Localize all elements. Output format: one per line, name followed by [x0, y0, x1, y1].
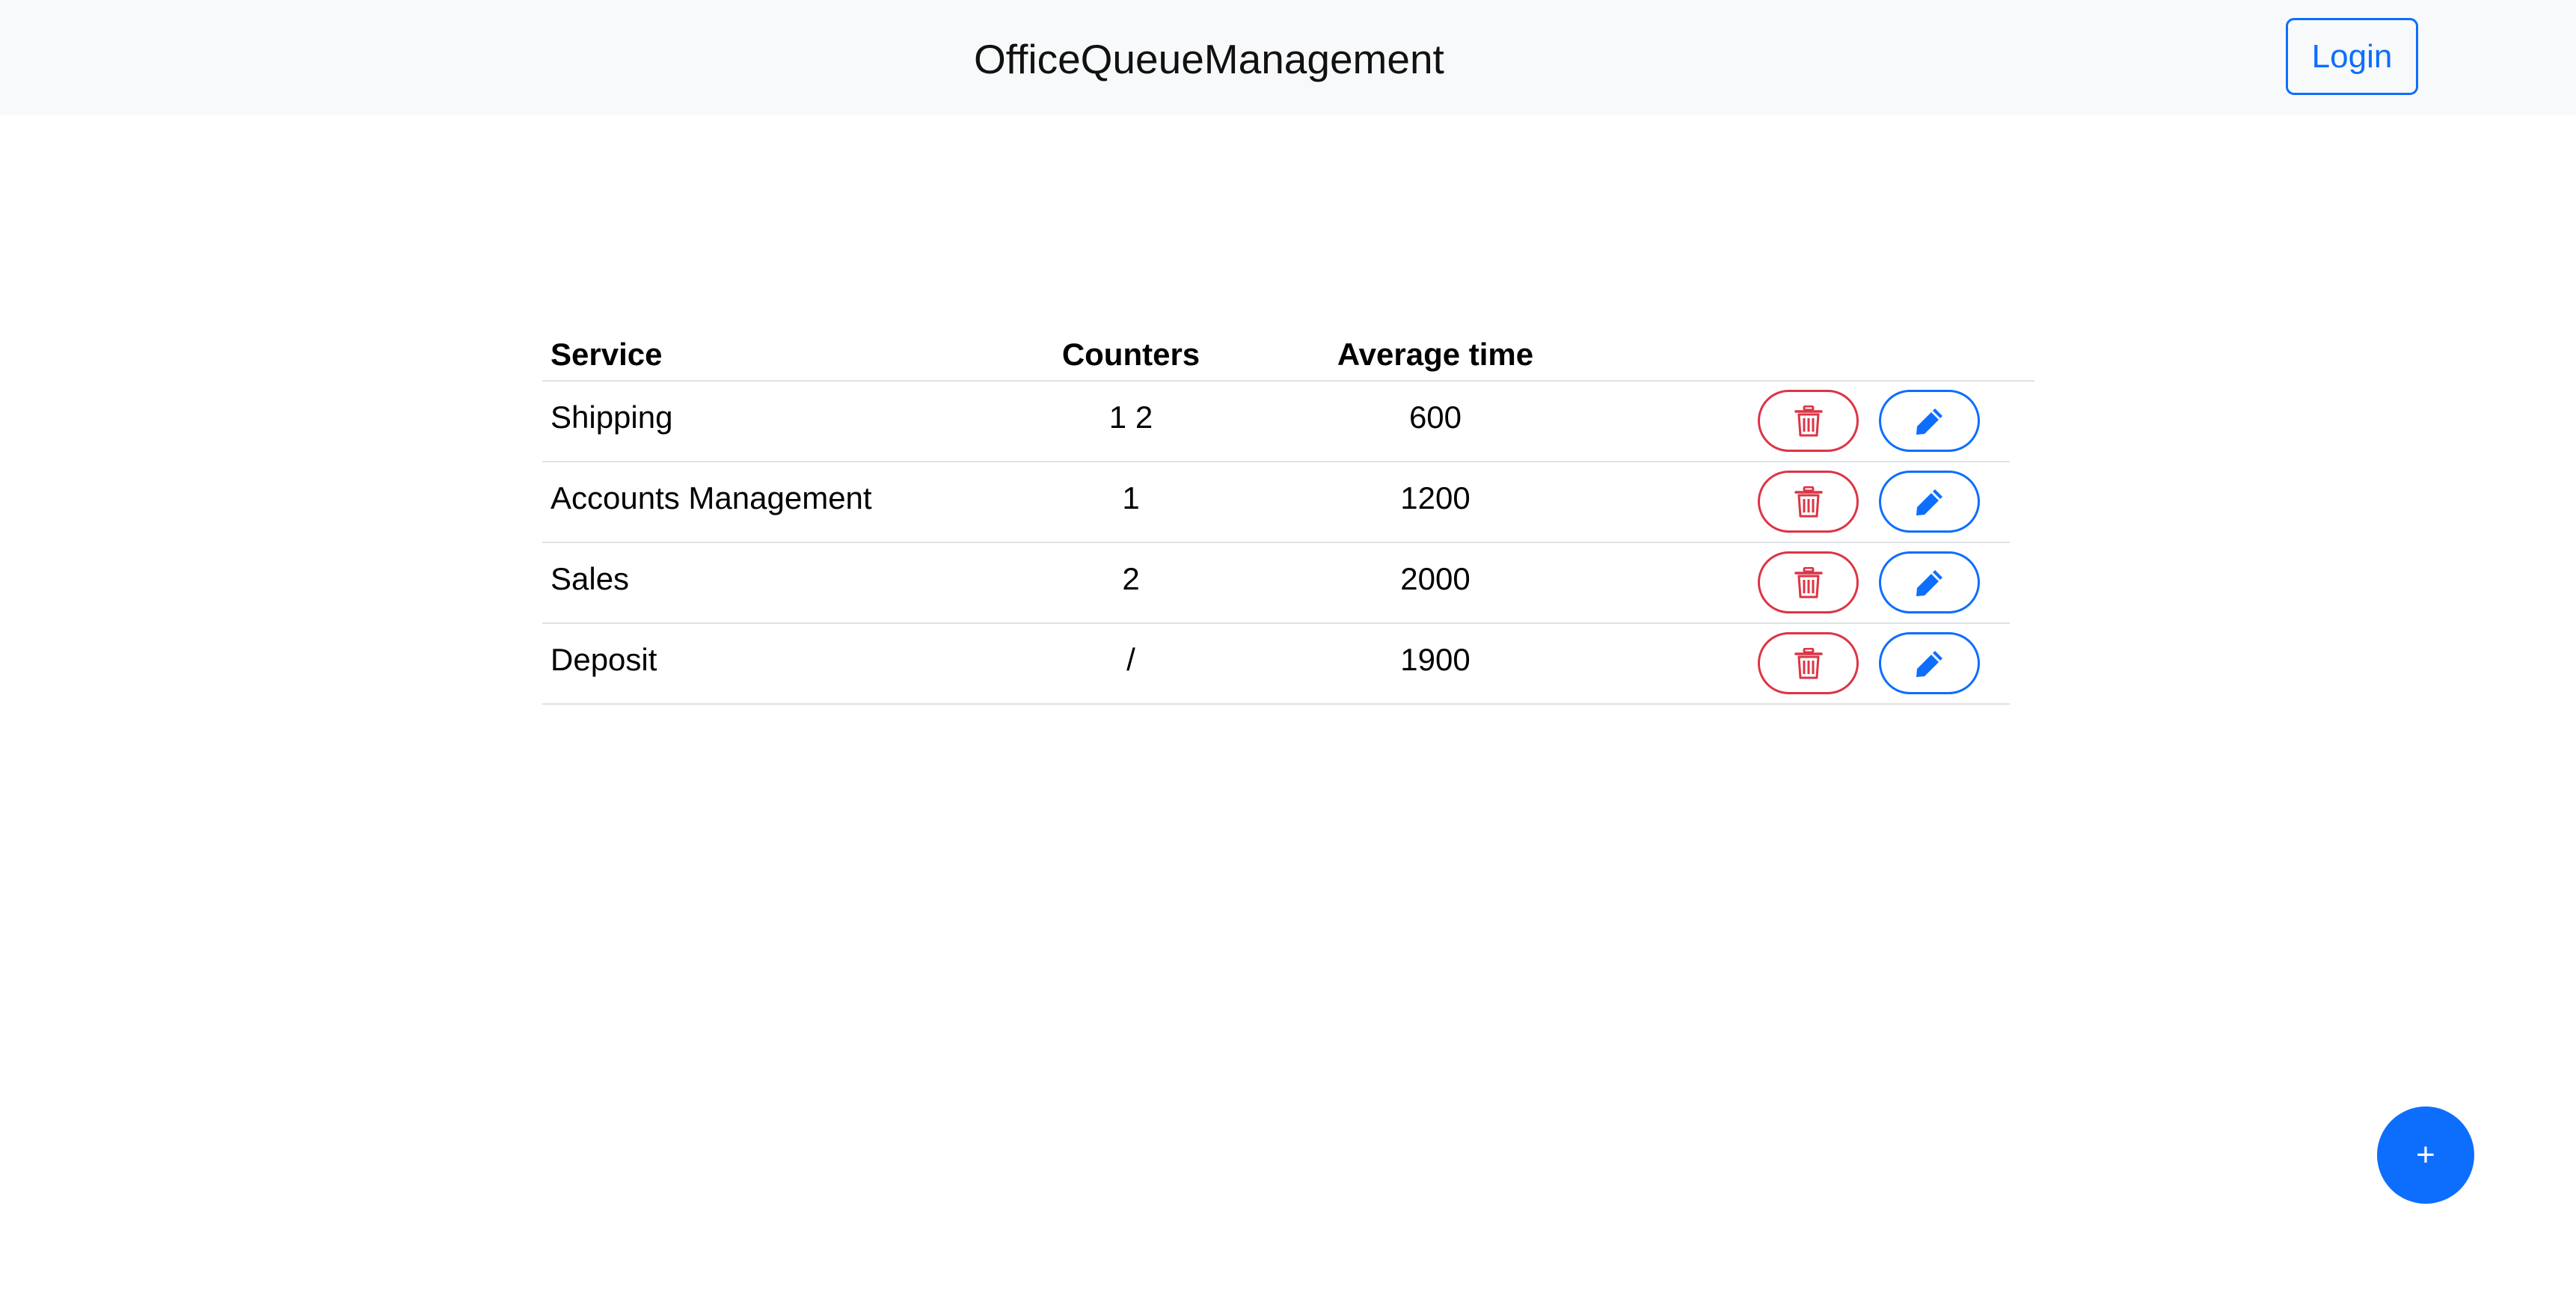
service-name: Accounts Management [551, 480, 872, 515]
header-counters: Counters [1061, 337, 1200, 372]
delete-button[interactable] [1758, 471, 1859, 533]
edit-button[interactable] [1879, 551, 1980, 613]
service-counters: 2 [1122, 561, 1140, 596]
trash-icon [1794, 647, 1823, 679]
service-name: Deposit [551, 642, 657, 677]
edit-button[interactable] [1879, 390, 1980, 452]
service-average-time: 1900 [1400, 642, 1471, 677]
service-counters: 1 2 [1108, 400, 1153, 435]
service-average-time: 1200 [1400, 480, 1471, 515]
service-average-time: 600 [1408, 400, 1462, 435]
services-table: Service Counters Average time Shipping 1… [542, 322, 2034, 705]
pencil-icon [1916, 650, 1942, 677]
navbar: OfficeQueueManagement Login [0, 0, 2576, 114]
header-service: Service [551, 337, 663, 372]
edit-button[interactable] [1879, 632, 1980, 694]
table-row: Shipping 1 2 600 [542, 382, 2010, 462]
service-counters: 1 [1122, 480, 1140, 515]
service-name: Sales [551, 561, 630, 596]
table-header: Service Counters Average time [542, 322, 2034, 382]
add-service-button[interactable]: + [2377, 1106, 2474, 1204]
pencil-icon [1916, 489, 1942, 515]
service-name: Shipping [551, 400, 673, 435]
service-counters: / [1126, 642, 1135, 677]
service-average-time: 2000 [1400, 561, 1471, 596]
edit-button[interactable] [1879, 471, 1980, 533]
table-row: Sales 2 2000 [542, 543, 2010, 624]
pencil-icon [1916, 569, 1942, 596]
table-row: Accounts Management 1 1200 [542, 462, 2010, 543]
delete-button[interactable] [1758, 632, 1859, 694]
delete-button[interactable] [1758, 551, 1859, 613]
app-brand: OfficeQueueManagement [974, 36, 1444, 82]
pencil-icon [1916, 408, 1942, 435]
header-average-time: Average time [1337, 337, 1534, 372]
table-row: Deposit / 1900 [542, 624, 2010, 705]
trash-icon [1794, 486, 1823, 517]
delete-button[interactable] [1758, 390, 1859, 452]
trash-icon [1794, 566, 1823, 598]
trash-icon [1794, 405, 1823, 436]
login-button[interactable]: Login [2286, 18, 2418, 95]
